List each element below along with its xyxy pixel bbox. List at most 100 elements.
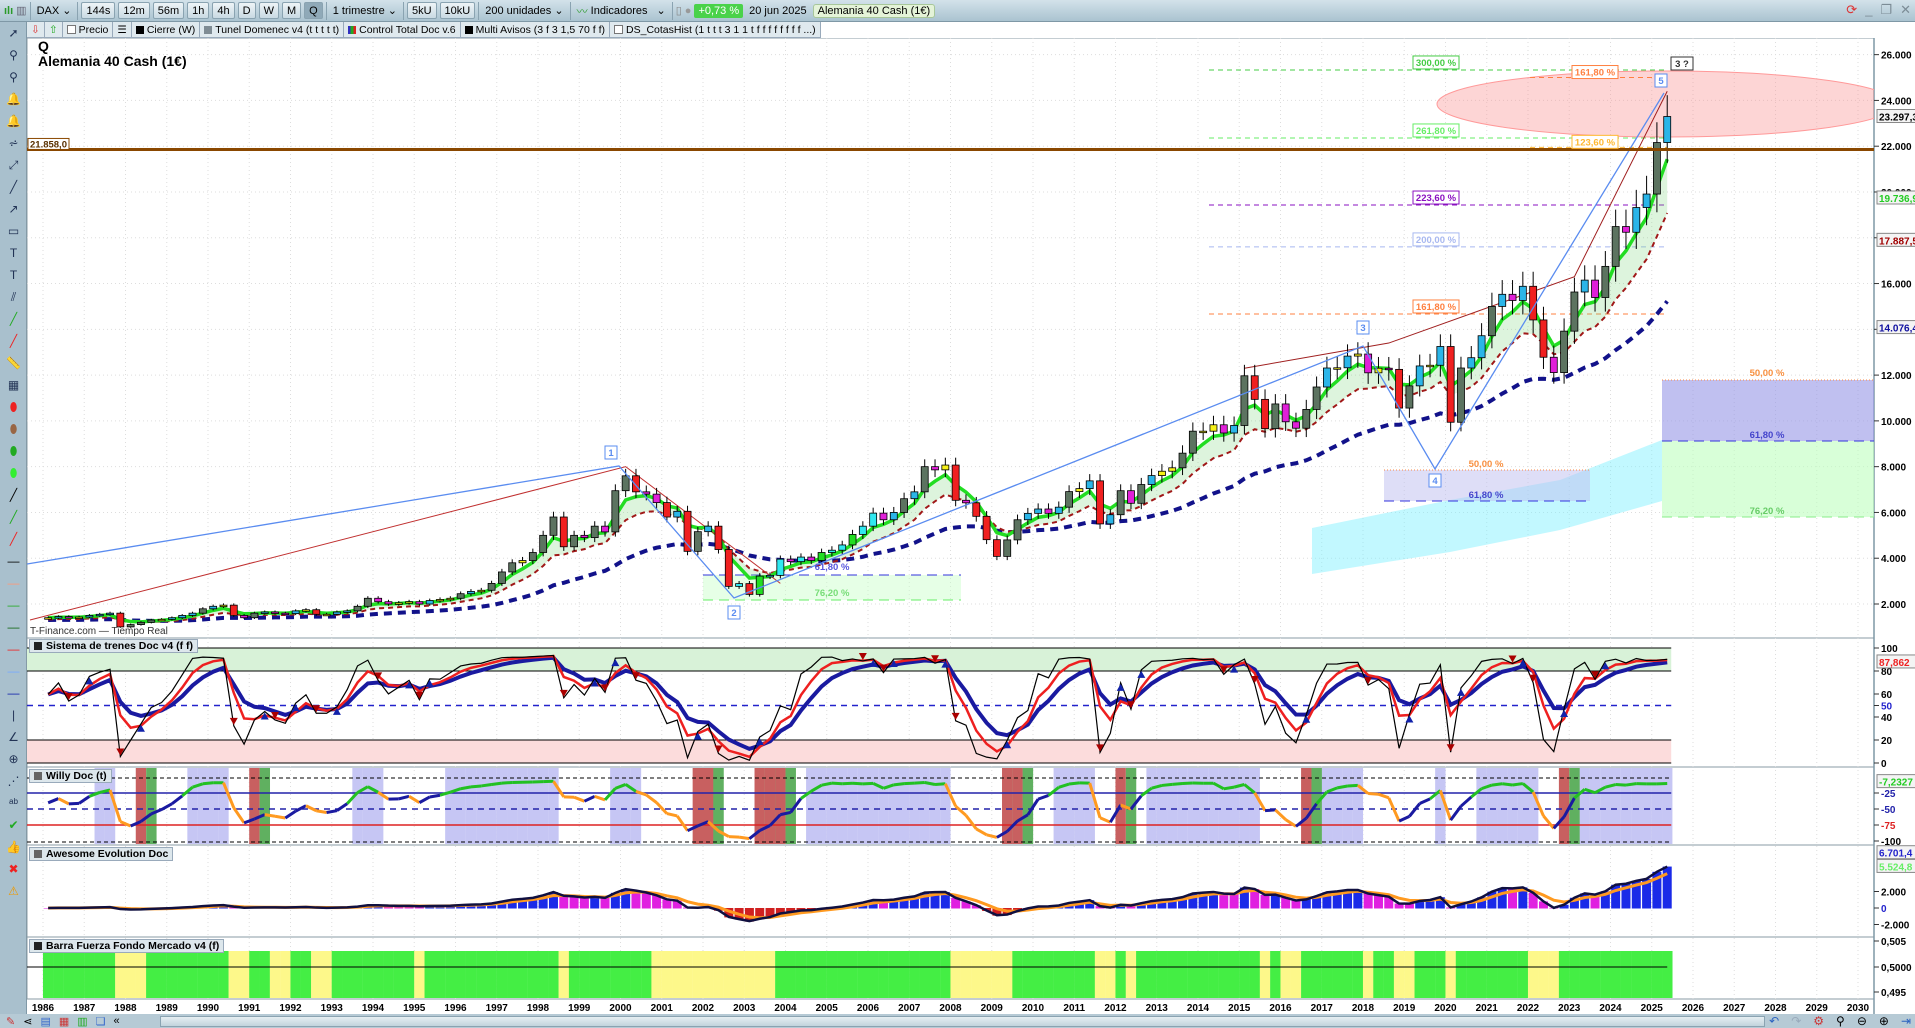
candle-body	[704, 525, 713, 533]
timeframe-M-button[interactable]: M	[282, 2, 302, 19]
timeframe-144s-button[interactable]: 144s	[81, 2, 116, 19]
timeframe-1h-button[interactable]: 1h	[187, 2, 210, 19]
symbol-selector[interactable]: DAX ⌄	[34, 4, 75, 18]
willy-line-segment	[274, 814, 286, 820]
chart-canvas[interactable]: 1986 1987 1988 1989 1990 1991 1992 1993 1994 1995…	[0, 38, 1915, 1014]
settings-icon[interactable]: ⚙	[1813, 1014, 1824, 1028]
layout-icon[interactable]: ▥	[16, 4, 26, 17]
horizontal-scrollbar[interactable]	[160, 1016, 1765, 1027]
timeframe-4h-button[interactable]: 4h	[212, 2, 235, 19]
period-selector[interactable]: 1 trimestre ⌄	[330, 4, 400, 18]
legend-price[interactable]: Precio	[63, 22, 114, 37]
redo-icon[interactable]: ↷	[1791, 1014, 1801, 1028]
candle-body	[168, 617, 176, 620]
price-checkbox[interactable]	[66, 25, 76, 34]
timeframe-12m-button[interactable]: 12m	[118, 2, 150, 19]
price-tick-label: 10.000	[1881, 417, 1912, 428]
momentum-bar	[590, 896, 600, 909]
candle-body	[1663, 116, 1672, 143]
zoom-vertical-icon[interactable]: ⚲	[1836, 1014, 1845, 1028]
windows-icon[interactable]: ❏	[96, 1015, 106, 1028]
report-icon[interactable]: ▦	[59, 1015, 69, 1028]
willy-line-segment	[738, 835, 750, 841]
strength-bar	[280, 951, 291, 998]
units-5k-button[interactable]: 5kU	[406, 2, 437, 19]
info-icon[interactable]: ▯	[676, 4, 682, 17]
strength-band	[1218, 768, 1229, 844]
candle-body	[1426, 364, 1434, 368]
close-icon[interactable]: ✕	[1900, 2, 1911, 18]
timeframe-Q-button[interactable]: Q	[304, 2, 323, 19]
willy-line-segment	[1502, 782, 1513, 787]
strength-bar	[269, 951, 281, 998]
candle-body	[1323, 367, 1331, 388]
willy-value-tag: -7,2327	[1879, 778, 1913, 789]
pane-title-barra[interactable]: Barra Fuerza Fondo Mercado v4 (f)	[29, 939, 225, 953]
willy-line-segment	[821, 781, 833, 787]
strength-bar	[383, 951, 394, 998]
share-icon[interactable]: ⋖	[23, 1015, 32, 1028]
legend-item[interactable]: Cierre (W)	[132, 22, 201, 37]
legend-item[interactable]: DS_CotasHist (1 t t t 3 1 1 t f f f f f …	[610, 22, 821, 37]
pane-title-trenes[interactable]: Sistema de trenes Doc v4 (f f)	[29, 639, 199, 653]
add-indicator-icon[interactable]: ⇩	[27, 22, 45, 37]
chart-type-icon[interactable]: ılı	[4, 5, 13, 17]
timeframe-D-button[interactable]: D	[237, 2, 256, 19]
list-icon[interactable]: ☰	[113, 22, 132, 37]
restore-icon[interactable]: ❐	[1880, 2, 1892, 18]
year-label: 1996	[444, 1003, 467, 1014]
strength-band	[837, 768, 848, 844]
candle-body	[188, 612, 197, 616]
year-label: 2020	[1434, 1003, 1457, 1014]
strength-bar	[115, 951, 126, 998]
sync-icon[interactable]: ⟳	[1846, 2, 1857, 18]
timeframe-W-button[interactable]: W	[258, 2, 279, 19]
strength-bar	[1311, 951, 1322, 998]
candle-body	[828, 549, 836, 553]
strength-band	[929, 768, 941, 844]
legend-item[interactable]: Multi Avisos (3 f 3 1,5 70 f f)	[461, 22, 611, 37]
candle-body	[271, 611, 279, 614]
legend-item[interactable]: Tunel Domenec v4 (t t t t t)	[200, 22, 345, 37]
year-label: 1990	[197, 1003, 220, 1014]
strength-bar	[610, 951, 621, 998]
collapse-icon[interactable]: «	[114, 1015, 120, 1027]
candle-body	[1292, 421, 1300, 429]
units-10k-button[interactable]: 10kU	[439, 2, 476, 19]
timeframe-56m-button[interactable]: 56m	[152, 2, 185, 19]
candle-body	[1158, 470, 1166, 476]
zoom-in-icon[interactable]: ⊕	[1879, 1014, 1889, 1028]
pane-title-willy[interactable]: Willy Doc (t)	[29, 769, 112, 783]
year-label: 1995	[403, 1003, 426, 1014]
willy-line-segment	[1347, 783, 1358, 788]
fib-label: 200,00 %	[1416, 235, 1457, 246]
pane-title-awesome[interactable]: Awesome Evolution Doc	[29, 847, 174, 861]
draw-pencil-icon[interactable]: ✎	[6, 1015, 15, 1028]
hist-checkbox[interactable]	[614, 25, 624, 34]
remove-indicator-icon[interactable]: ⇧	[45, 22, 63, 37]
strength-band	[362, 768, 374, 844]
strength-band	[1342, 768, 1353, 844]
chat-icon[interactable]: ▤	[40, 1015, 50, 1028]
strength-band	[919, 768, 930, 844]
reversal-band	[775, 768, 786, 844]
strength-bar	[589, 951, 601, 998]
indicators-dropdown[interactable]: ⌄	[654, 4, 669, 17]
candle-body	[1632, 207, 1641, 233]
orders-icon[interactable]: ▥	[77, 1015, 87, 1028]
zoom-out-icon[interactable]: ⊖	[1857, 1014, 1867, 1028]
price-tick-label: 26.000	[1881, 51, 1912, 62]
quantity-selector[interactable]: 200 unidades ⌄	[482, 4, 566, 18]
scroll-end-icon[interactable]: ⇥	[1901, 1014, 1911, 1028]
strength-bar	[342, 951, 353, 998]
minimize-icon[interactable]: _	[1865, 2, 1872, 18]
willy-tick-label: -50	[1881, 805, 1896, 816]
legend-item[interactable]: Control Total Doc v.6	[344, 22, 461, 37]
strength-bar	[826, 951, 838, 998]
indicators-button[interactable]: 〰 Indicadores	[574, 3, 651, 19]
undo-icon[interactable]: ↶	[1769, 1014, 1779, 1028]
candle-body	[64, 616, 73, 619]
candle-body	[1302, 409, 1311, 429]
strength-bar	[228, 951, 240, 998]
candle-body	[1508, 293, 1517, 301]
